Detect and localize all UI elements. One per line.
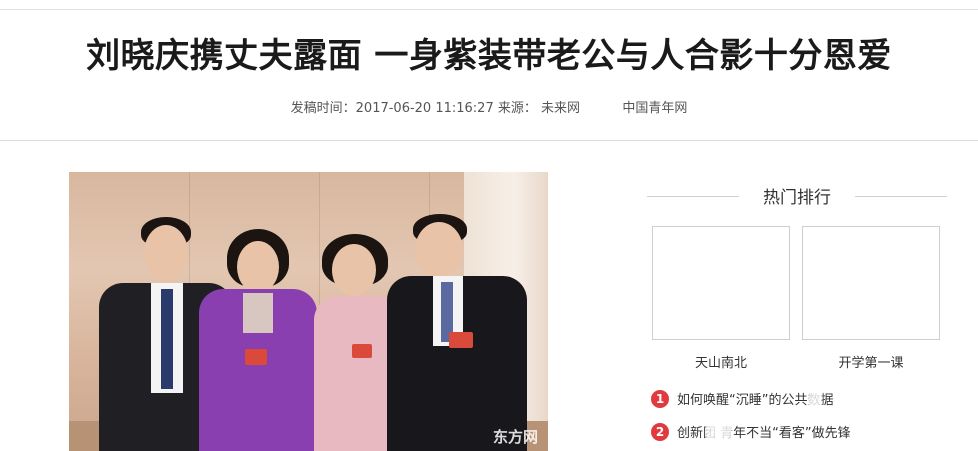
header-divider — [0, 140, 978, 141]
posted-time: 2017-06-20 11:16:27 — [355, 101, 494, 116]
hot-thumb-caption[interactable]: 天山南北 — [651, 352, 791, 371]
source-org[interactable]: 中国青年网 — [622, 101, 687, 116]
rank-badge: 1 — [651, 389, 669, 408]
rank-item[interactable]: 1 如何唤醒“沉睡”的公共数据 — [651, 388, 833, 408]
article-meta: 发稿时间：2017-06-20 11:16:27 来源： 未来网 中国青年网 — [0, 97, 978, 116]
source-label: 来源： — [497, 101, 537, 116]
hot-thumb-2[interactable] — [802, 226, 940, 340]
posted-label: 发稿时间： — [290, 101, 356, 116]
source-value[interactable]: 未来网 — [541, 101, 580, 116]
hot-ranking-header: 热门排行 — [647, 183, 947, 209]
hot-ranking-title: 热门排行 — [763, 188, 831, 208]
photo-watermark: 东方网 — [492, 428, 538, 446]
rank-item[interactable]: 2 创新团 青年不当“看客”做先锋 — [651, 421, 851, 441]
article-photo[interactable]: 东方网 — [69, 172, 548, 451]
top-divider — [0, 9, 978, 10]
article-title: 刘晓庆携丈夫露面 一身紫装带老公与人合影十分恩爱 — [86, 36, 892, 76]
rank-link[interactable]: 创新团 青年不当“看客”做先锋 — [677, 422, 851, 441]
rank-badge: 2 — [651, 422, 669, 441]
hot-thumb-1[interactable] — [652, 226, 790, 340]
hot-thumb-caption[interactable]: 开学第一课 — [801, 352, 941, 371]
